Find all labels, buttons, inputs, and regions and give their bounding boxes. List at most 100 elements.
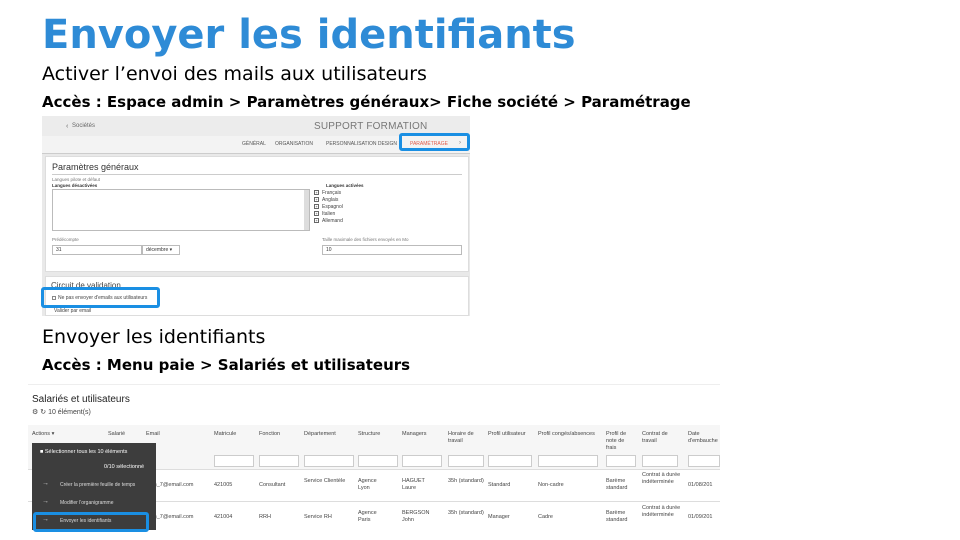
filter-input[interactable] [538, 455, 598, 467]
move-lang-icon[interactable]: + [314, 197, 319, 202]
panel-title: Paramètres généraux [52, 162, 139, 172]
refresh-icon[interactable]: ↻ [40, 409, 46, 416]
cell-structure: Agence Lyon [358, 478, 377, 491]
cell-profil-ndf: Barème standard [606, 510, 628, 523]
company-name: SUPPORT FORMATION [314, 121, 428, 132]
parametrage-highlight [399, 133, 470, 151]
cell-matricule: 421005 [214, 482, 233, 488]
menu-item-label: Créer la première feuille de temps [60, 482, 136, 488]
validate-email-label: Valider par email [54, 308, 92, 314]
selected-count: 0/10 sélectionné [104, 464, 145, 470]
arrow-right-icon: → [42, 498, 49, 505]
size-label: Taille maximale des fichiers envoyés en … [322, 237, 409, 242]
filter-input[interactable] [304, 455, 354, 467]
access-path-1: Accès : Espace admin > Paramètres généra… [42, 93, 691, 111]
lang-item[interactable]: Anglais [322, 197, 338, 203]
col-profil-ndf[interactable]: Profil de note de frais [606, 431, 636, 452]
divider [52, 174, 462, 175]
cell-fonction: Consultant [259, 482, 286, 488]
filter-input[interactable] [448, 455, 484, 467]
count-label: 10 élément(s) [48, 409, 91, 416]
cell-profil-utilisateur: Manager [488, 514, 510, 520]
menu-item-org-chart[interactable]: → Modifier l'organigramme [32, 493, 156, 513]
col-horaire[interactable]: Horaire de travail [448, 431, 484, 445]
cell-horaire: 35h (standard) [448, 510, 484, 516]
col-contrat[interactable]: Contrat de travail [642, 431, 678, 445]
col-matricule[interactable]: Matricule [214, 431, 254, 438]
cell-profil-ndf: Barème standard [606, 478, 628, 491]
tab-general[interactable]: GÉNÉRAL [242, 141, 266, 147]
no-email-highlight [41, 287, 160, 308]
move-lang-icon[interactable]: + [314, 218, 319, 223]
users-title: Salariés et utilisateurs [32, 394, 130, 405]
back-link[interactable]: Sociétés [72, 123, 95, 129]
general-settings-panel: Paramètres généraux Langues pilote et dé… [45, 156, 469, 272]
tab-personnalisation[interactable]: PERSONNALISATION DESIGN [326, 141, 397, 147]
col-structure[interactable]: Structure [358, 431, 398, 438]
lang-unselected-label: Langues désactivées [52, 183, 98, 188]
filter-input[interactable] [259, 455, 299, 467]
col-profil-utilisateur[interactable]: Profil utilisateur [488, 431, 532, 438]
filter-input[interactable] [642, 455, 678, 467]
page-title: Envoyer les identifiants [42, 12, 576, 58]
cell-profil-conges: Cadre [538, 514, 553, 520]
period-month-value: décembre [146, 247, 169, 253]
filter-input[interactable] [402, 455, 442, 467]
cell-manager: BERGSON John [402, 510, 430, 523]
cell-contrat: Contrat à durée indéterminée [642, 505, 681, 518]
section-title: Envoyer les identifiants [42, 326, 266, 348]
cell-matricule: 421004 [214, 514, 233, 520]
col-managers[interactable]: Managers [402, 431, 442, 438]
arrow-right-icon: → [42, 480, 49, 487]
filter-input[interactable] [688, 455, 720, 467]
select-all-checkbox[interactable]: ■ Sélectionner tous les 10 éléments [40, 449, 127, 455]
settings-gear-icon[interactable]: ⚙ [32, 409, 38, 416]
cell-horaire: 35h (standard) [448, 478, 484, 484]
page-subtitle: Activer l’envoi des mails aux utilisateu… [42, 63, 427, 85]
period-day-input[interactable]: 31 [52, 245, 142, 255]
move-lang-icon[interactable]: + [314, 190, 319, 195]
move-lang-icon[interactable]: + [314, 211, 319, 216]
col-fonction[interactable]: Fonction [259, 431, 297, 438]
users-screenshot: Salariés et utilisateurs ⚙ ↻ 10 élément(… [28, 384, 720, 530]
access-path-2: Accès : Menu paie > Salariés et utilisat… [42, 356, 411, 374]
col-date-embauche[interactable]: Date d'embauche [688, 431, 720, 445]
cell-departement: Service Clientèle [304, 478, 346, 484]
lang-item[interactable]: Espagnol [322, 204, 343, 210]
period-month-select[interactable]: décembre ▾ [142, 245, 180, 255]
lang-active-label: Langues activées [326, 183, 364, 188]
filter-input[interactable] [358, 455, 398, 467]
col-salarie[interactable]: Salarié [108, 431, 138, 438]
filter-input[interactable] [488, 455, 532, 467]
select-all-label: Sélectionner tous les 10 éléments [44, 449, 128, 455]
actions-dropdown[interactable]: Actions ▾ [32, 431, 54, 438]
lang-primary-label: Langues pilote et défaut [52, 177, 101, 182]
col-departement[interactable]: Département [304, 431, 354, 438]
lang-item[interactable]: Français [322, 190, 341, 196]
filter-input[interactable] [606, 455, 636, 467]
cell-departement: Service RH [304, 514, 332, 520]
scrollbar[interactable] [304, 190, 309, 230]
item-count: ⚙ ↻ 10 élément(s) [32, 408, 91, 416]
cell-profil-utilisateur: Standard [488, 482, 511, 488]
move-lang-icon[interactable]: + [314, 204, 319, 209]
menu-item-timesheet[interactable]: → Créer la première feuille de temps [32, 475, 156, 495]
cell-date: 01/08/201 [688, 482, 713, 488]
menu-item-label: Modifier l'organigramme [60, 500, 114, 506]
col-email[interactable]: Email [146, 431, 186, 438]
back-arrow-icon[interactable]: ‹ [66, 123, 68, 130]
filter-input[interactable] [214, 455, 254, 467]
cell-date: 01/09/201 [688, 514, 713, 520]
send-credentials-highlight [33, 512, 149, 532]
lang-item[interactable]: Allemand [322, 218, 343, 224]
cell-contrat: Contrat à durée indéterminée [642, 472, 681, 485]
actions-label: Actions [32, 431, 51, 437]
file-size-input[interactable]: 10 [322, 245, 462, 255]
lang-item[interactable]: Italien [322, 211, 335, 217]
cell-manager: HAGUET Laure [402, 478, 425, 491]
chevron-down-icon: ▾ [169, 247, 173, 253]
col-profil-conges[interactable]: Profil congés/absences [538, 431, 598, 438]
cell-structure: Agence Paris [358, 510, 377, 523]
tab-organisation[interactable]: ORGANISATION [275, 141, 313, 147]
disabled-languages-list[interactable] [52, 189, 310, 231]
